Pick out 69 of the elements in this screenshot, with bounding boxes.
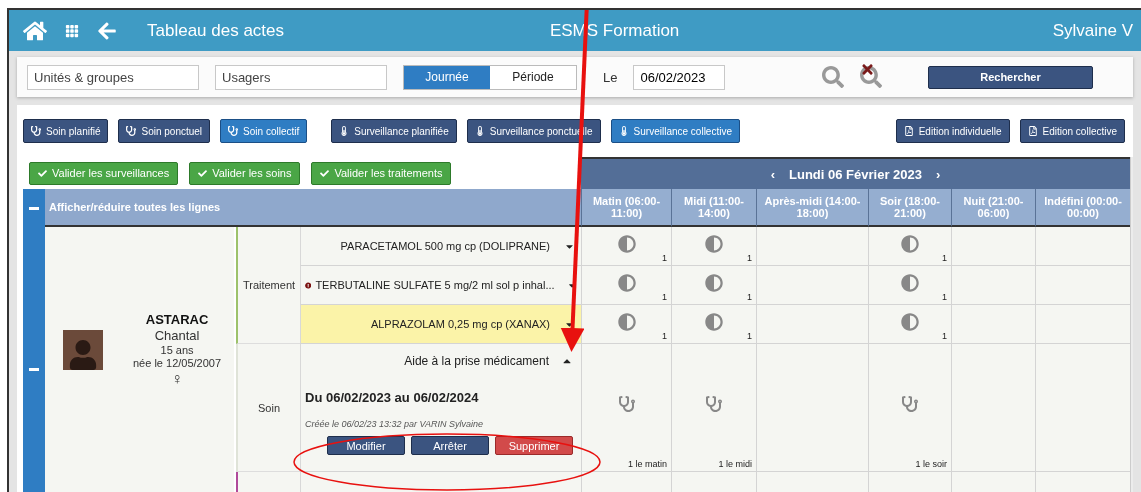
next-day-button[interactable]: ›: [935, 166, 941, 182]
care-name: Aide à la prise médicament: [404, 354, 549, 368]
collapse-all-button[interactable]: [29, 206, 39, 210]
treatment-row[interactable]: ALPRAZOLAM 0,25 mg cp (XANAX): [300, 305, 581, 344]
dose-count: 1: [747, 253, 752, 263]
pdf-file-icon: [1027, 126, 1038, 136]
patient-last-name: ASTARAC: [145, 311, 209, 327]
column-header: Midi (11:00-14:00): [671, 189, 756, 227]
care-period: Du 06/02/2023 au 06/02/2024: [305, 390, 480, 405]
previous-day-button[interactable]: ‹: [770, 166, 775, 182]
column-header: Après-midi (14:00-18:00): [756, 189, 868, 227]
category-label: Soin: [258, 401, 280, 414]
check-icon: [198, 168, 208, 178]
delete-button[interactable]: Supprimer: [495, 436, 573, 455]
action-button[interactable]: Soin ponctuel: [118, 119, 211, 143]
stethoscope-icon: [228, 126, 239, 136]
dose-count: 1 le matin: [627, 459, 667, 469]
check-icon: [38, 168, 47, 178]
dose-count: 1 le soir: [915, 459, 947, 469]
column-header: Soir (18:00-21:00): [868, 189, 951, 227]
action-button[interactable]: Surveillance planifiée: [331, 119, 457, 143]
dose-count: 1: [662, 253, 667, 263]
dose-count: 1: [747, 292, 752, 302]
date-label: Le: [603, 69, 618, 85]
stethoscope-icon: [126, 126, 137, 136]
dose-count: 1: [942, 253, 947, 263]
action-button[interactable]: Arrêter: [411, 436, 489, 455]
pdf-file-icon: [903, 126, 914, 136]
mode-tab[interactable]: Journée: [404, 65, 490, 89]
avatar-placeholder: [63, 329, 103, 370]
dose-count: 1: [662, 331, 667, 341]
page-title: Tableau des actes: [147, 20, 285, 41]
column-header: Matin (06:00-11:00): [581, 189, 671, 227]
back-arrow-icon[interactable]: [97, 20, 117, 41]
treatment-name: PARACETAMOL 500 mg cp (DOLIPRANE): [339, 240, 550, 252]
patient-age: 15 ans: [160, 343, 194, 356]
clear-search-icon[interactable]: [860, 66, 882, 88]
sex-symbol: ♀: [171, 369, 184, 388]
column-header: Indéfini (00:00-00:00): [1035, 189, 1130, 227]
units-field[interactable]: Unités & groupes: [27, 64, 199, 90]
search-icon[interactable]: [822, 66, 844, 88]
category-label: Traitement: [242, 279, 296, 291]
treatment-name: TERBUTALINE SULFATE 5 mg/2 ml sol p inhal...: [315, 279, 555, 291]
patient-birth-date: née le 12/05/2007: [133, 356, 222, 369]
date-heading: Lundi 06 Février 2023: [789, 166, 922, 182]
treatment-row[interactable]: PARACETAMOL 500 mg cp (DOLIPRANE): [300, 227, 581, 266]
dose-count: 1 le midi: [718, 459, 752, 469]
action-button[interactable]: Edition collective: [1019, 119, 1125, 143]
column-header: Nuit (21:00-06:00): [951, 189, 1035, 227]
action-button[interactable]: Edition individuelle: [895, 119, 1010, 143]
dose-count: 1: [747, 331, 752, 341]
action-button[interactable]: Modifier: [327, 436, 405, 455]
treatment-row[interactable]: TERBUTALINE SULFATE 5 mg/2 ml sol p inhal...: [300, 266, 581, 305]
stethoscope-icon: [31, 126, 41, 136]
action-button[interactable]: Surveillance collective: [610, 119, 740, 143]
treatment-name: ALPRAZOLAM 0,25 mg cp (XANAX): [369, 318, 550, 330]
dose-count: 1: [662, 292, 667, 302]
check-icon: [320, 168, 330, 178]
date-field[interactable]: 06/02/2023: [633, 64, 726, 90]
patient-first-name: Chantal: [154, 327, 200, 343]
users-field[interactable]: Usagers: [215, 64, 387, 90]
grid-icon[interactable]: [65, 23, 79, 38]
mode-tab[interactable]: Période: [490, 65, 576, 89]
action-button[interactable]: Soin collectif: [220, 119, 308, 143]
dose-count: 1: [942, 292, 947, 302]
created-note: Créée le 06/02/23 13:32 par VARIN Sylvaine: [305, 419, 485, 429]
dose-count: 1: [942, 331, 947, 341]
search-button[interactable]: Rechercher: [928, 65, 1093, 89]
action-button[interactable]: Soin planifié: [23, 119, 109, 143]
